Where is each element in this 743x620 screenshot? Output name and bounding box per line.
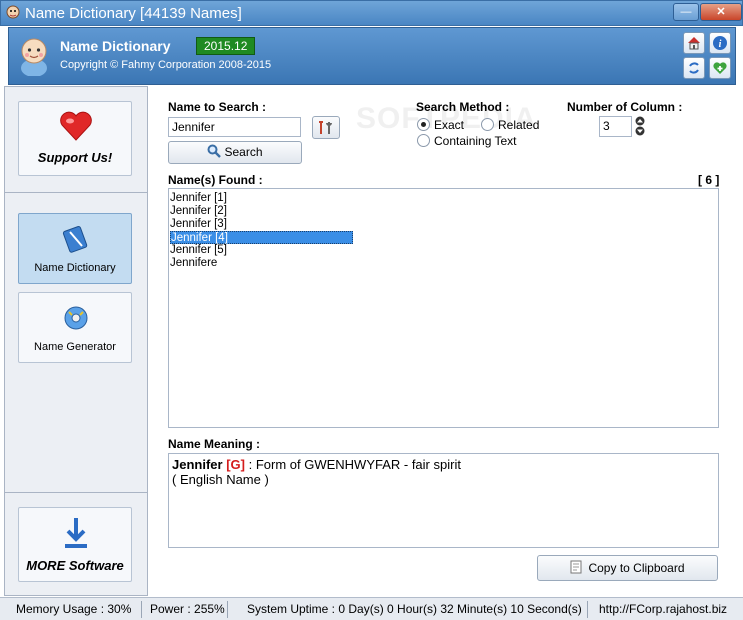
memory-usage: Memory Usage : 30% [16, 602, 132, 616]
magnifier-icon [207, 144, 222, 158]
method-exact-label[interactable]: Exact [434, 118, 464, 132]
method-related-radio[interactable] [481, 118, 494, 131]
list-item[interactable]: Jennifer [3] [170, 218, 353, 231]
copy-to-clipboard-button[interactable]: Copy to Clipboard [537, 555, 718, 581]
method-exact-radio[interactable] [417, 118, 430, 131]
list-item-selected[interactable]: Jennifer [4] [170, 231, 353, 244]
add-favorite-icon [713, 62, 727, 74]
search-input[interactable] [168, 117, 301, 137]
columns-value: 3 [603, 119, 610, 133]
baby-logo-icon [21, 38, 47, 76]
book-icon [62, 225, 88, 253]
sidebar-item-label: Name Generator [34, 341, 116, 353]
refresh-button[interactable] [683, 57, 705, 79]
method-related-label[interactable]: Related [498, 118, 539, 132]
download-icon [65, 518, 87, 548]
sidebar-item-name-generator[interactable]: Name Generator [18, 292, 132, 363]
sidebar-item-label: Name Dictionary [34, 262, 116, 274]
tools-icon [319, 121, 332, 134]
columns-input[interactable]: 3 [599, 116, 632, 137]
heart-icon [60, 111, 92, 141]
svg-text:i: i [719, 39, 722, 50]
list-item[interactable]: Jennifer [5] [170, 244, 353, 257]
columns-label: Number of Column : [567, 100, 683, 114]
support-us-label: Support Us! [37, 150, 113, 165]
add-favorite-button[interactable] [709, 57, 731, 79]
home-button[interactable] [683, 32, 705, 54]
copy-to-clipboard-label: Copy to Clipboard [588, 561, 685, 575]
app-name: Name Dictionary [60, 38, 171, 54]
search-label: Name to Search : [168, 100, 267, 114]
more-software-section: MORE Software [5, 492, 147, 597]
copyright-text: Copyright © Fahmy Corporation 2008-2015 [60, 59, 272, 71]
options-button[interactable] [312, 116, 340, 139]
gender-tag: [G] [226, 457, 245, 472]
columns-stepper[interactable] [633, 116, 647, 137]
list-item[interactable]: Jennifere [170, 257, 353, 270]
baby-app-icon [6, 5, 20, 19]
more-software-button[interactable]: MORE Software [18, 507, 132, 582]
results-label: Name(s) Found : [168, 173, 263, 187]
spinner-icon [635, 116, 645, 136]
title-bar: Name Dictionary [44139 Names] — ✕ [0, 0, 743, 26]
search-button[interactable]: Search [168, 141, 302, 164]
website-link[interactable]: http://FCorp.rajahost.biz [595, 601, 731, 618]
search-method-label: Search Method : [416, 100, 510, 114]
support-section: Support Us! [5, 87, 147, 193]
results-list[interactable]: Jennifer [1] Jennifer [2] Jennifer [3] J… [168, 188, 719, 428]
sidebar: Support Us! Name Dictionary Name Generat… [4, 86, 148, 596]
support-us-button[interactable]: Support Us! [18, 101, 132, 176]
close-button[interactable]: ✕ [700, 3, 742, 21]
system-uptime: System Uptime : 0 Day(s) 0 Hour(s) 32 Mi… [247, 602, 582, 616]
status-divider [141, 601, 142, 618]
list-item[interactable]: Jennifer [2] [170, 205, 353, 218]
clipboard-icon [570, 560, 582, 574]
refresh-icon [689, 62, 699, 74]
status-divider [587, 601, 588, 618]
meaning-label: Name Meaning : [168, 437, 261, 451]
app-header: Name Dictionary 2015.12 Copyright © Fahm… [8, 27, 736, 85]
generator-icon [64, 306, 88, 330]
info-icon: i [713, 36, 727, 50]
more-software-label: MORE Software [26, 558, 124, 573]
version-badge: 2015.12 [196, 37, 256, 55]
method-containing-label[interactable]: Containing Text [434, 134, 517, 148]
results-count: [ 6 ] [698, 173, 720, 187]
status-divider [227, 601, 228, 618]
method-containing-radio[interactable] [417, 134, 430, 147]
meaning-name: Jennifer [172, 457, 223, 472]
home-icon [688, 37, 700, 50]
meaning-box[interactable]: Jennifer [G] : Form of GWENHWYFAR - fair… [168, 453, 719, 548]
meaning-text: : Form of GWENHWYFAR - fair spirit [244, 457, 461, 472]
sidebar-item-name-dictionary[interactable]: Name Dictionary [18, 213, 132, 284]
minimize-button[interactable]: — [673, 3, 699, 21]
meaning-origin: ( English Name ) [172, 472, 269, 487]
status-bar: Memory Usage : 30% Power : 255% System U… [0, 597, 743, 620]
info-button[interactable]: i [709, 32, 731, 54]
list-item[interactable]: Jennifer [1] [170, 192, 353, 205]
search-button-label: Search [224, 145, 263, 159]
window-title: Name Dictionary [44139 Names] [25, 5, 242, 22]
power-status: Power : 255% [150, 602, 225, 616]
